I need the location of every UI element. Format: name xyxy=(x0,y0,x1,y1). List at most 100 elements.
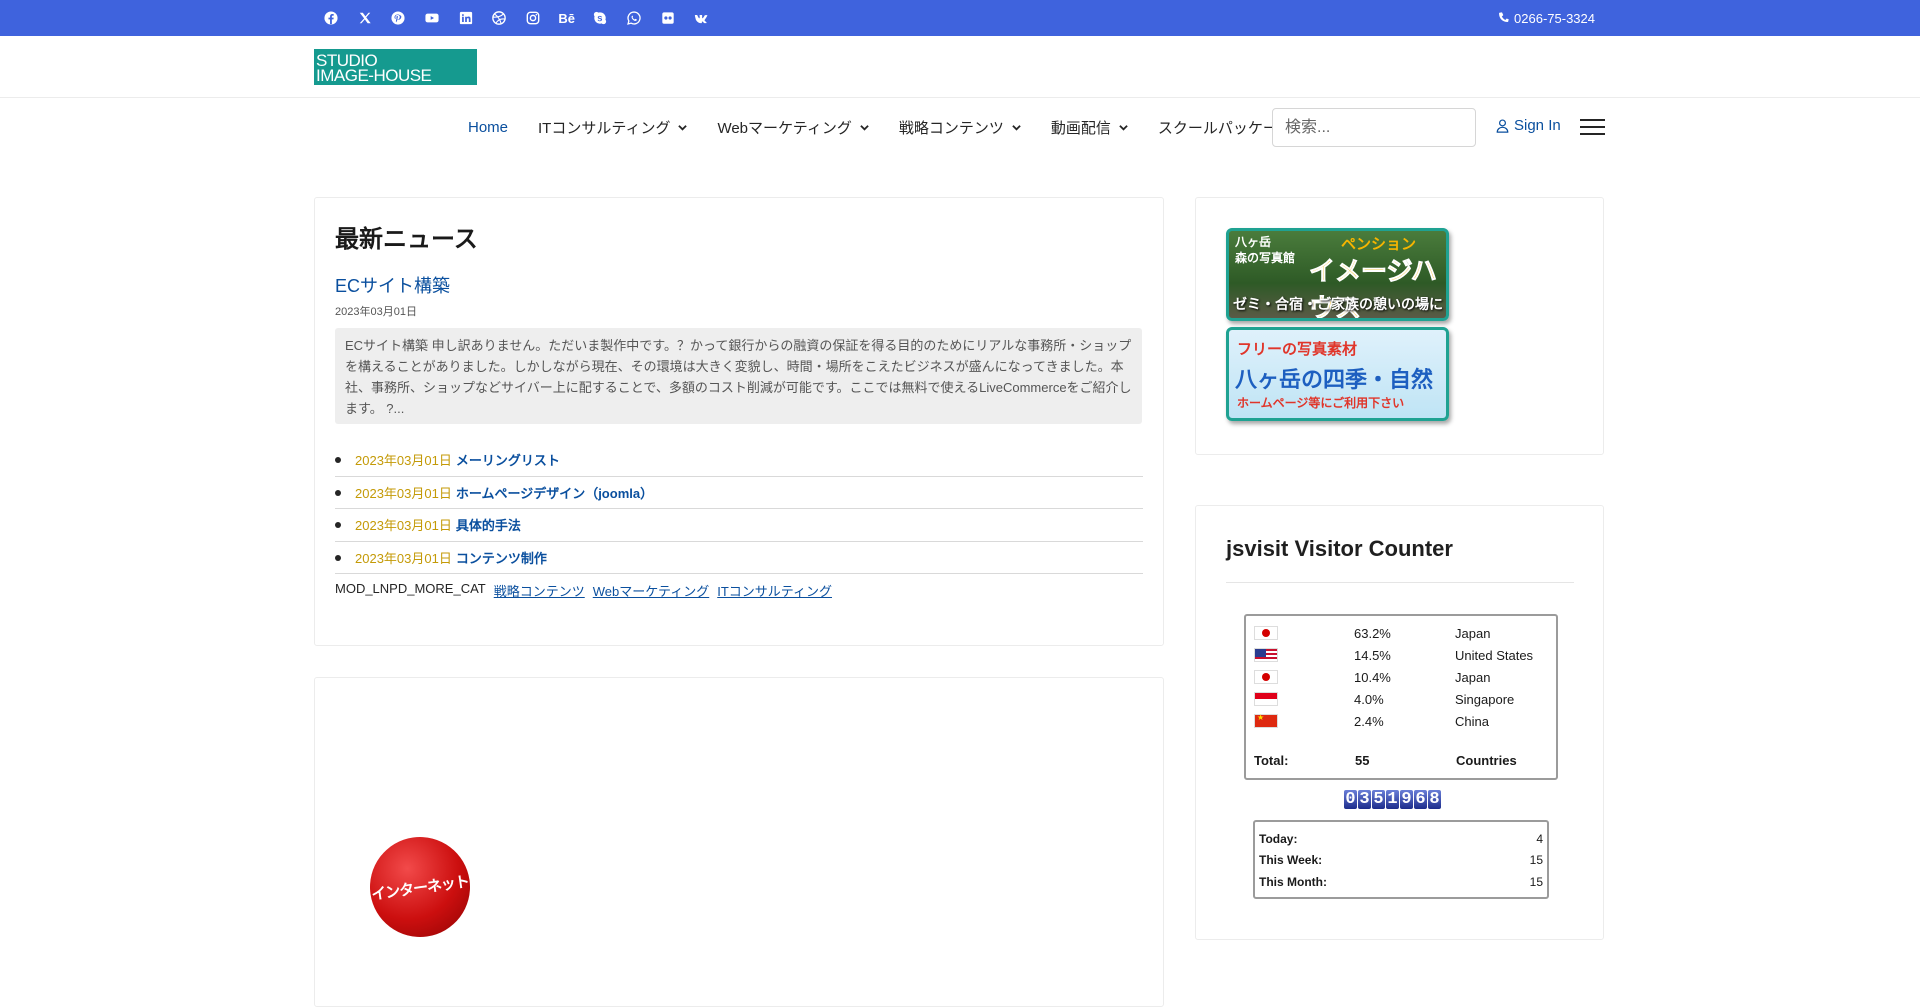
nav-it-consulting[interactable]: ITコンサルティング xyxy=(538,117,688,138)
list-item: 2023年03月01日 コンテンツ制作 xyxy=(335,542,1143,574)
vk-icon[interactable] xyxy=(685,0,719,36)
banner-small-line-2: 森の写真館 xyxy=(1235,251,1296,265)
stat-value: 15 xyxy=(1529,874,1543,889)
x-icon[interactable] xyxy=(348,0,382,36)
banner-module: 八ヶ岳 森の写真館 ペンション イメージハウス ゼミ・合宿・ご家族の憩いの場に … xyxy=(1195,197,1604,455)
country-name: Singapore xyxy=(1455,691,1515,707)
sign-in-label: Sign In xyxy=(1514,117,1561,134)
social-links: Bē xyxy=(314,0,718,36)
site-logo[interactable]: STUDIO IMAGE-HOUSE xyxy=(314,49,477,85)
instagram-icon[interactable] xyxy=(516,0,550,36)
item-date: 2023年03月01日 xyxy=(355,550,452,566)
internet-ball-image[interactable]: インターネット xyxy=(363,830,477,944)
list-item: 2023年03月01日 ホームページデザイン（joomla） xyxy=(335,477,1143,509)
more-categories-label: MOD_LNPD_MORE_CAT xyxy=(335,581,486,596)
item-link[interactable]: コンテンツ制作 xyxy=(456,548,547,567)
country-row: 63.2% Japan xyxy=(1254,622,1550,644)
stat-row: This Week: 15 xyxy=(1259,850,1543,872)
behance-icon[interactable]: Bē xyxy=(550,0,584,36)
bullet-icon xyxy=(335,457,341,463)
lead-article-link[interactable]: ECサイト構築 xyxy=(335,272,450,298)
country-percent: 10.4% xyxy=(1354,669,1391,685)
phone-contact[interactable]: 0266-75-3324 xyxy=(1498,0,1595,36)
more-categories: MOD_LNPD_MORE_CAT 戦略コンテンツ Webマーケティング ITコ… xyxy=(335,581,832,600)
chevron-down-icon xyxy=(1012,124,1021,131)
category-link-strategy[interactable]: 戦略コンテンツ xyxy=(494,581,585,600)
visitor-counter-module: jsvisit Visitor Counter 63.2% Japan 14.5%… xyxy=(1195,505,1604,940)
nav-video[interactable]: 動画配信 xyxy=(1051,117,1128,138)
list-item: 2023年03月01日 メーリングリスト xyxy=(335,444,1143,477)
country-row: 2.4% China xyxy=(1254,710,1550,732)
counter-digit: 0 xyxy=(1344,790,1357,809)
stat-label: Today: xyxy=(1259,831,1298,846)
country-percent: 63.2% xyxy=(1354,625,1391,641)
pinterest-icon[interactable] xyxy=(381,0,415,36)
header-divider xyxy=(0,97,1920,98)
stat-row: Today: 4 xyxy=(1259,828,1543,850)
banner-subtitle: ゼミ・合宿・ご家族の憩いの場に xyxy=(1233,296,1443,312)
item-link[interactable]: ホームページデザイン（joomla） xyxy=(456,483,653,502)
internet-module: インターネット xyxy=(314,677,1164,1007)
free-photo-banner[interactable]: フリーの写真素材 八ヶ岳の四季・自然 ホームページ等にご利用下さい xyxy=(1226,327,1449,421)
skype-icon[interactable] xyxy=(584,0,618,36)
country-row: 10.4% Japan xyxy=(1254,666,1550,688)
sign-in-link[interactable]: Sign In xyxy=(1496,117,1561,134)
latest-news-module: 最新ニュース ECサイト構築 2023年03月01日 ECサイト構築 申し訳あり… xyxy=(314,197,1164,646)
country-percent: 14.5% xyxy=(1354,647,1391,663)
facebook-icon[interactable] xyxy=(314,0,348,36)
banner-usage-note: ホームページ等にご利用下さい xyxy=(1237,396,1405,410)
lead-article-date: 2023年03月01日 xyxy=(335,306,417,318)
nav-video-label: 動画配信 xyxy=(1050,119,1111,137)
banner-small-line-1: 八ヶ岳 xyxy=(1235,235,1272,249)
item-link[interactable]: メーリングリスト xyxy=(456,450,560,469)
banner-small-text: 八ヶ岳 森の写真館 xyxy=(1235,234,1295,266)
top-bar: Bē 0266-75-3324 xyxy=(0,0,1920,36)
stat-label: This Week: xyxy=(1259,853,1323,868)
country-name: Japan xyxy=(1455,625,1491,641)
banner-free-photo-title: フリーの写真素材 xyxy=(1237,341,1358,358)
banner-yatsugatake-title: 八ヶ岳の四季・自然 xyxy=(1235,367,1434,392)
country-percent: 4.0% xyxy=(1354,691,1384,707)
youtube-icon[interactable] xyxy=(415,0,449,36)
visit-stats-table: Today: 4 This Week: 15 This Month: 15 xyxy=(1253,820,1549,899)
country-name: China xyxy=(1455,713,1489,729)
counter-digit: 8 xyxy=(1428,790,1441,809)
category-link-web-marketing[interactable]: Webマーケティング xyxy=(593,581,709,600)
lead-article-intro: ECサイト構築 申し訳ありません。ただいま製作中です。？かって銀行からの融資の保… xyxy=(335,328,1142,424)
phone-icon xyxy=(1498,11,1510,26)
pension-banner[interactable]: 八ヶ岳 森の写真館 ペンション イメージハウス ゼミ・合宿・ご家族の憩いの場に xyxy=(1226,228,1449,321)
category-link-it-consulting[interactable]: ITコンサルティング xyxy=(717,581,832,600)
item-link[interactable]: 具体的手法 xyxy=(456,515,521,534)
nav-strategy-contents[interactable]: 戦略コンテンツ xyxy=(899,117,1021,138)
hamburger-menu-icon[interactable] xyxy=(1580,119,1605,135)
news-list: 2023年03月01日 メーリングリスト 2023年03月01日 ホームページデザイ… xyxy=(335,444,1143,574)
country-row: 14.5% United States xyxy=(1254,644,1550,666)
china-flag-icon xyxy=(1254,713,1278,728)
main-nav: Home ITコンサルティング Webマーケティング 戦略コンテンツ 動画配信 … xyxy=(468,110,1323,144)
module-title: 最新ニュース xyxy=(335,226,478,253)
nav-home-label: Home xyxy=(468,118,509,136)
japan-flag-icon xyxy=(1254,626,1278,640)
counter-digit: 6 xyxy=(1414,790,1427,809)
dribbble-icon[interactable] xyxy=(482,0,516,36)
whatsapp-icon[interactable] xyxy=(617,0,651,36)
stat-label: This Month: xyxy=(1259,874,1327,889)
visit-counter-digits: 0 3 5 1 9 6 8 xyxy=(1344,790,1441,809)
singapore-flag-icon xyxy=(1254,692,1278,706)
item-date: 2023年03月01日 xyxy=(355,453,452,469)
nav-web-marketing-label: Webマーケティング xyxy=(717,119,852,137)
flickr-icon[interactable] xyxy=(651,0,685,36)
chevron-down-icon xyxy=(860,124,869,131)
bullet-icon xyxy=(335,489,341,496)
nav-strategy-contents-label: 戦略コンテンツ xyxy=(898,119,1004,137)
search-input[interactable] xyxy=(1272,108,1476,147)
counter-digit: 9 xyxy=(1400,790,1413,809)
total-value: 55 xyxy=(1355,753,1370,768)
nav-web-marketing[interactable]: Webマーケティング xyxy=(717,117,869,138)
nav-it-consulting-label: ITコンサルティング xyxy=(538,119,671,137)
country-name: Japan xyxy=(1455,669,1491,685)
nav-home[interactable]: Home xyxy=(468,119,508,136)
stat-value: 15 xyxy=(1529,853,1543,868)
user-icon xyxy=(1496,118,1509,133)
linkedin-icon[interactable] xyxy=(449,0,483,36)
